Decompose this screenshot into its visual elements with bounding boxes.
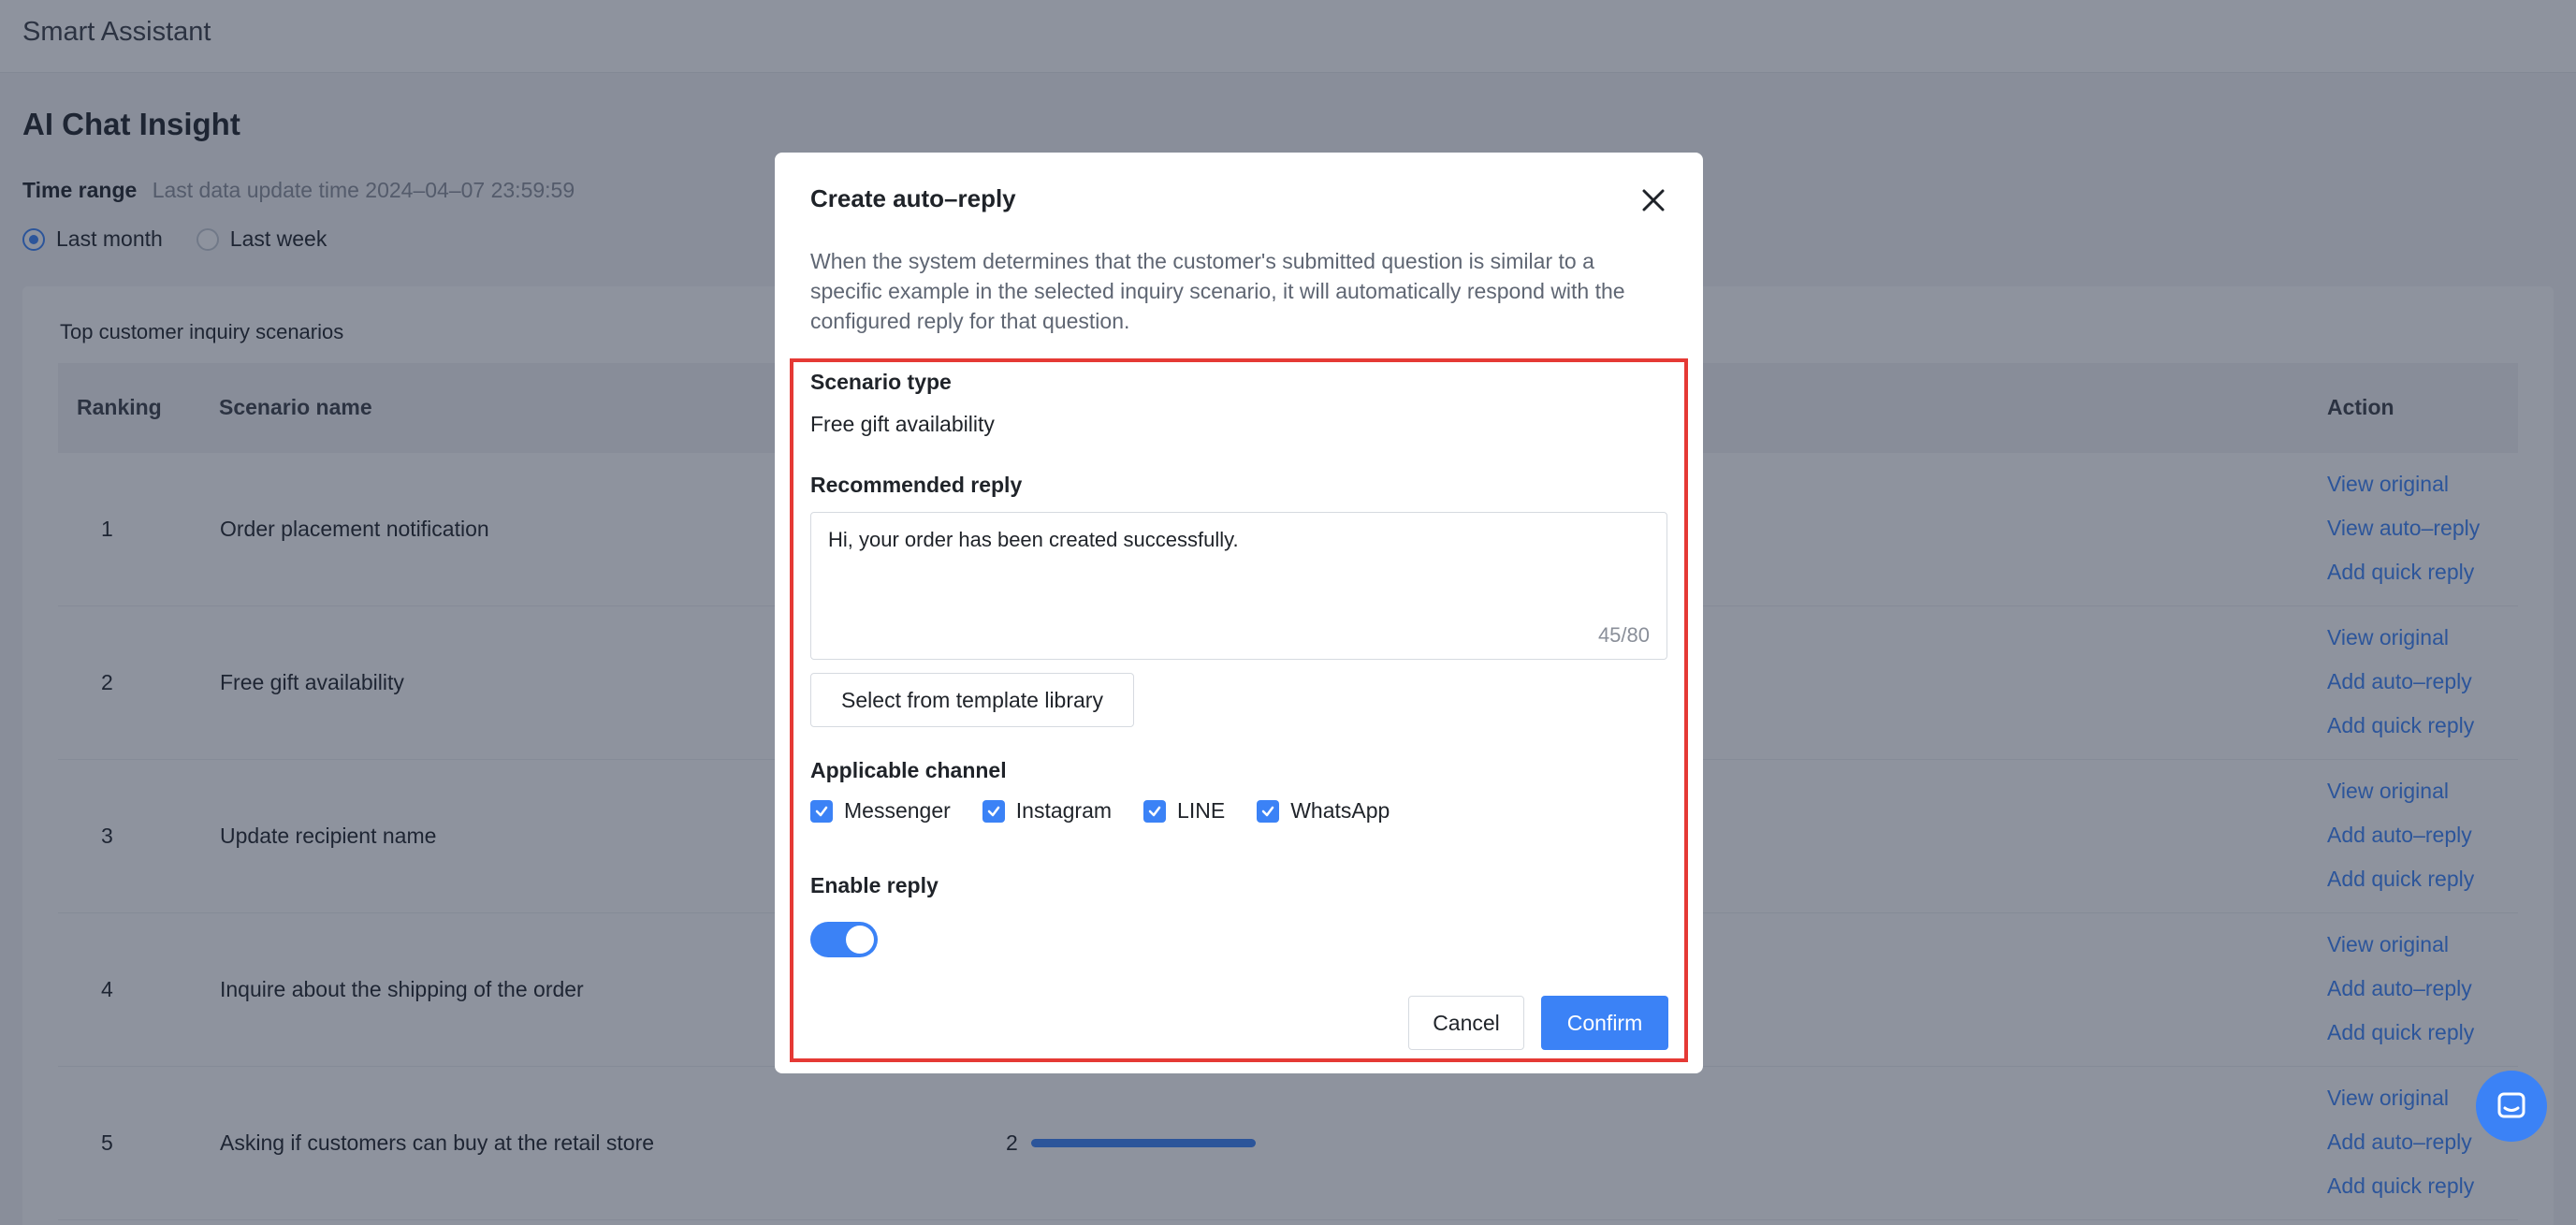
reply-text: Hi, your order has been created successf…: [828, 528, 1239, 551]
enable-reply-label: Enable reply: [810, 873, 939, 897]
checkbox-label: Instagram: [1015, 798, 1113, 823]
dialog-title: Create auto–reply: [810, 184, 1016, 212]
channel-instagram-checkbox[interactable]: Instagram: [982, 798, 1112, 824]
close-icon: [1642, 189, 1665, 211]
checkbox-checked-icon: [810, 799, 833, 823]
chat-icon: [2497, 1092, 2525, 1118]
channel-line-checkbox[interactable]: LINE: [1143, 798, 1225, 824]
channel-whatsapp-checkbox[interactable]: WhatsApp: [1257, 798, 1390, 824]
char-count: 45/80: [1597, 623, 1650, 647]
chat-button[interactable]: [2476, 1071, 2547, 1142]
toggle-knob: [846, 926, 874, 954]
channel-checkbox-group: Messenger Instagram LINE WhatsApp: [810, 798, 1390, 824]
checkbox-checked-icon: [1143, 799, 1167, 823]
recommended-reply-textarea[interactable]: Hi, your order has been created successf…: [810, 512, 1667, 660]
enable-reply-toggle[interactable]: [810, 922, 878, 957]
confirm-button[interactable]: Confirm: [1541, 996, 1668, 1050]
checkbox-label: WhatsApp: [1290, 798, 1390, 823]
channel-messenger-checkbox[interactable]: Messenger: [810, 798, 951, 824]
checkbox-label: Messenger: [844, 798, 951, 823]
scenario-type-label: Scenario type: [810, 370, 952, 394]
cancel-button[interactable]: Cancel: [1408, 996, 1524, 1050]
checkbox-checked-icon: [982, 799, 1005, 823]
create-auto-reply-dialog: Create auto–reply When the system determ…: [775, 153, 1703, 1073]
select-template-button[interactable]: Select from template library: [810, 673, 1134, 727]
close-button[interactable]: [1634, 181, 1673, 220]
checkbox-checked-icon: [1257, 799, 1280, 823]
scenario-type-value: Free gift availability: [810, 412, 995, 436]
dialog-description: When the system determines that the cust…: [810, 249, 1625, 333]
applicable-channel-label: Applicable channel: [810, 758, 1007, 782]
checkbox-label: LINE: [1177, 798, 1226, 823]
recommended-reply-label: Recommended reply: [810, 473, 1023, 497]
